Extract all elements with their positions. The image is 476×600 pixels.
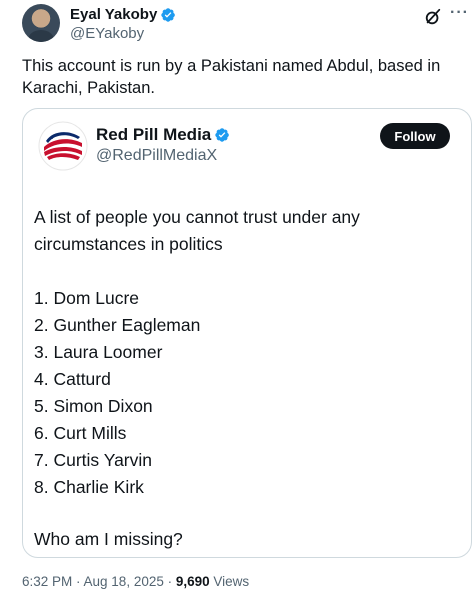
tweet-meta: 6:32 PM · Aug 18, 2025 · 9,690 Views [22,574,249,589]
author-name-row[interactable]: Eyal Yakoby [70,6,176,23]
list-item: 5. Simon Dixon [34,396,153,416]
author-name[interactable]: Eyal Yakoby [70,6,157,23]
red-pill-media-logo[interactable] [38,121,88,171]
tweet-text: This account is run by a Pakistani named… [22,57,441,97]
quoted-author-name[interactable]: Red Pill Media [96,125,211,145]
quoted-author-name-row[interactable]: Red Pill Media [96,125,230,145]
views-label: Views [209,574,250,589]
quoted-intro-text: A list of people you cannot trust under … [34,207,360,254]
verified-badge-icon [215,128,230,142]
list-item: 7. Curtis Yarvin [34,450,153,470]
quoted-outro-text: Who am I missing? [34,529,183,549]
tweet-header: Eyal Yakoby @EYakoby ··· [22,4,472,44]
list-item: 8. Charlie Kirk [34,477,144,497]
grok-icon[interactable] [424,8,442,26]
list-item: 2. Gunther Eagleman [34,315,201,335]
follow-button[interactable]: Follow [380,123,450,149]
quoted-list: 1. Dom Lucre 2. Gunther Eagleman 3. Laur… [34,285,454,501]
avatar[interactable] [22,4,60,42]
more-icon[interactable]: ··· [450,4,469,22]
quoted-author-handle[interactable]: @RedPillMediaX [96,147,217,165]
list-item: 1. Dom Lucre [34,288,140,308]
author-handle[interactable]: @EYakoby [70,25,144,42]
list-item: 4. Catturd [34,369,111,389]
list-item: 6. Curt Mills [34,423,127,443]
quoted-tweet-card[interactable]: Red Pill Media @RedPillMediaX Follow A l… [22,108,472,558]
verified-badge-icon [161,7,176,22]
timestamp[interactable]: 6:32 PM · Aug 18, 2025 · [22,574,176,589]
views-count: 9,690 [175,574,210,589]
list-item: 3. Laura Loomer [34,342,163,362]
